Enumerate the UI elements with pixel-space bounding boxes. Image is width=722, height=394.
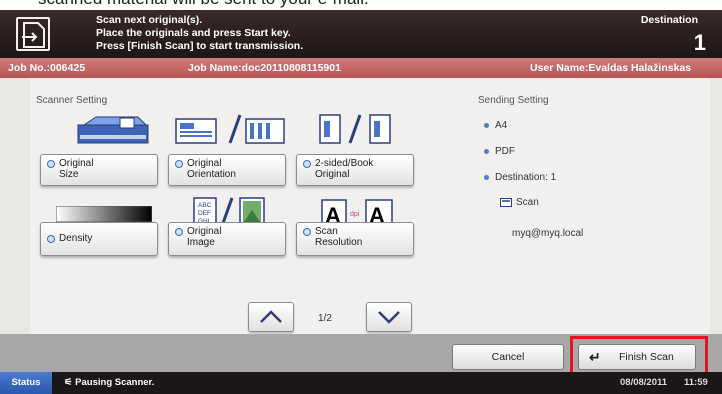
bullet-icon bbox=[484, 148, 489, 154]
radio-indicator-icon bbox=[303, 228, 311, 236]
status-tab[interactable]: Status bbox=[0, 372, 52, 394]
destination-type: Scan bbox=[500, 197, 539, 208]
density-gradient-icon bbox=[56, 206, 152, 222]
header-message-line-1: Scan next original(s). bbox=[96, 14, 203, 26]
sending-item-format-label: PDF bbox=[495, 146, 515, 157]
radio-indicator-icon bbox=[47, 235, 55, 243]
sending-item-destination-label: Destination: 1 bbox=[495, 172, 557, 183]
status-time: 11:59 bbox=[684, 377, 708, 388]
original-size-button[interactable]: Original Size bbox=[40, 154, 158, 186]
job-name: Job Name:doc20110808115901 bbox=[188, 62, 341, 74]
header-bar: Scan next original(s). Place the origina… bbox=[0, 10, 722, 58]
destination-address: myq@myq.local bbox=[512, 228, 584, 239]
job-info-bar: Job No.:006425 Job Name:doc2011080811590… bbox=[0, 58, 722, 78]
scan-destination-icon bbox=[500, 197, 512, 207]
original-size-label: Original Size bbox=[59, 158, 94, 180]
header-message-line-2: Place the originals and press Start key. bbox=[96, 27, 291, 39]
sending-setting-title: Sending Setting bbox=[478, 95, 549, 106]
scanner-status-icon: ⚟ bbox=[64, 377, 73, 388]
radio-indicator-icon bbox=[175, 228, 183, 236]
density-button[interactable]: Density bbox=[40, 222, 158, 256]
scan-resolution-label: Scan Resolution bbox=[315, 226, 363, 248]
sending-item-size-label: A4 bbox=[495, 120, 508, 131]
device-screen: Scan next original(s). Place the origina… bbox=[0, 10, 722, 394]
cancel-button[interactable]: Cancel bbox=[452, 344, 564, 370]
header-message: Scan next original(s). Place the origina… bbox=[96, 14, 303, 53]
destination-type-label: Scan bbox=[516, 197, 539, 208]
sending-item-size: A4 bbox=[484, 120, 507, 131]
two-sided-pages-icon bbox=[319, 114, 391, 144]
header-message-line-3: Press [Finish Scan] to start transmissio… bbox=[96, 40, 304, 52]
destination-label: Destination bbox=[640, 14, 698, 26]
original-image-label: Original Image bbox=[187, 226, 222, 248]
status-message: ⚟ Pausing Scanner. bbox=[64, 377, 154, 388]
radio-indicator-icon bbox=[47, 160, 55, 168]
page-up-button[interactable] bbox=[248, 302, 294, 332]
def-text: DEF bbox=[198, 210, 211, 217]
scanner-setting-title: Scanner Setting bbox=[36, 95, 108, 106]
chevron-down-icon bbox=[378, 311, 400, 324]
abc-text: ABC bbox=[198, 202, 212, 209]
orientation-pages-icon bbox=[175, 114, 285, 144]
document-on-glass-icon bbox=[77, 116, 149, 144]
two-sided-book-original-label: 2-sided/Book Original bbox=[315, 158, 374, 180]
status-date: 08/08/2011 bbox=[620, 377, 668, 388]
density-label: Density bbox=[59, 233, 93, 244]
user-name: User Name:Evaldas Halažinskas bbox=[530, 62, 692, 74]
scan-resolution-button[interactable]: Scan Resolution bbox=[296, 222, 414, 256]
original-orientation-label: Original Orientation bbox=[187, 158, 236, 180]
sending-item-format: PDF bbox=[484, 146, 515, 157]
two-sided-book-original-button[interactable]: 2-sided/Book Original bbox=[296, 154, 414, 186]
top-caption-strip: scanned material will be sent to your e-… bbox=[0, 0, 722, 10]
sending-item-destination: Destination: 1 bbox=[484, 172, 556, 183]
job-number: Job No.:006425 bbox=[8, 62, 86, 74]
destination-count: 1 bbox=[693, 30, 706, 55]
bullet-icon bbox=[484, 174, 489, 180]
original-orientation-button[interactable]: Original Orientation bbox=[168, 154, 286, 186]
top-caption: scanned material will be sent to your e-… bbox=[38, 0, 369, 9]
chevron-up-icon bbox=[260, 310, 282, 323]
dpi-text: dpi bbox=[350, 211, 360, 218]
radio-indicator-icon bbox=[175, 160, 183, 168]
radio-indicator-icon bbox=[303, 160, 311, 168]
scan-send-icon bbox=[16, 17, 50, 51]
status-bar: Status ⚟ Pausing Scanner. 08/08/2011 11:… bbox=[0, 372, 722, 394]
bullet-icon bbox=[484, 122, 489, 128]
status-message-text: Pausing Scanner. bbox=[75, 377, 155, 388]
page-down-button[interactable] bbox=[366, 302, 412, 332]
page-indicator: 1/2 bbox=[318, 313, 332, 324]
original-image-button[interactable]: Original Image bbox=[168, 222, 286, 256]
